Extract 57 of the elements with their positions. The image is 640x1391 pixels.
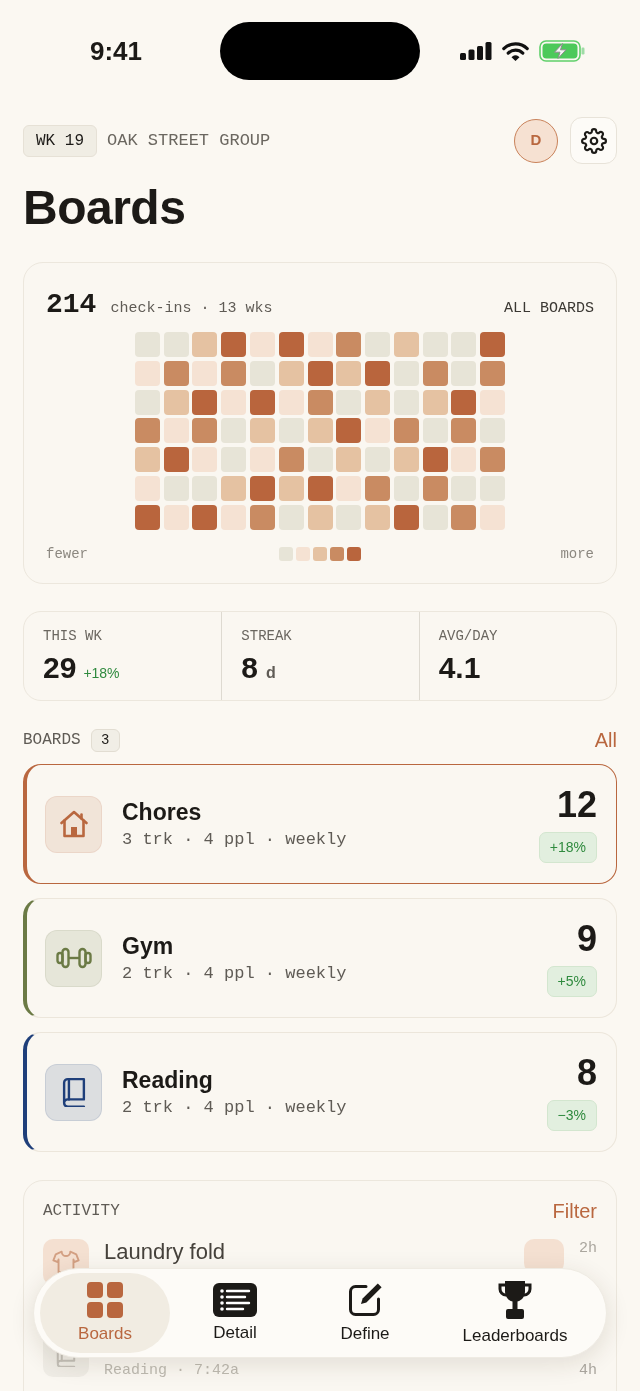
stat-unit: d [266,663,276,683]
filter-link[interactable]: Filter [552,1199,597,1223]
list-icon [213,1283,257,1317]
delta-badge: +5% [546,965,597,997]
activity-time: 2h [579,1239,597,1259]
page-title: Boards [23,184,186,232]
delta-badge: −3% [546,1099,597,1131]
wifi-icon [501,41,529,61]
board-card[interactable]: Chores 3 trk · 4 ppl · weekly 12 +18% [23,764,617,884]
board-name: Gym [122,932,174,960]
delta-badge: +18% [538,831,597,863]
trophy-icon [497,1280,533,1320]
activity-title: Laundry fold [104,1239,226,1265]
stat-label: STREAK [241,627,292,646]
edit-icon [347,1282,383,1318]
week-chip: WK 19 [23,124,97,157]
board-meta: 2 trk · 4 ppl · weekly [122,1098,347,1118]
board-name: Chores [122,798,202,826]
status-time: 9:41 [89,36,142,66]
stat-label: AVG/DAY [438,627,498,646]
stat-value: 4.1 [438,651,481,685]
board-count: 12 [556,785,597,824]
settings-icon [580,127,607,154]
board-meta: 2 trk · 4 ppl · weekly [122,964,347,984]
tab[interactable]: Leaderboards [430,1273,600,1353]
tab[interactable]: Detail [170,1273,300,1353]
book-icon [45,1063,102,1121]
section-title: ACTIVITY [43,1201,120,1221]
dumbbell-icon [45,929,102,987]
legend-low-label: fewer [46,545,88,564]
count-caption: check-ins · 13 wks [110,299,273,319]
board-count: 8 [576,1053,597,1092]
signal-icon [459,42,492,60]
section-title: BOARDS [23,730,81,750]
battery-icon [538,40,585,62]
stat-value: 8 [241,651,258,685]
board-card[interactable]: Reading 2 trk · 4 ppl · weekly 8 −3% [23,1032,617,1152]
board-name: Reading [122,1066,213,1094]
board-count: 9 [576,919,597,958]
view-all-link[interactable]: All [594,728,617,752]
scope-label: ALL BOARDS [504,299,594,319]
stat-label: THIS WK [43,627,102,646]
activity-subtitle: Reading · 7:42a [104,1361,240,1381]
board-card[interactable]: Gym 2 trk · 4 ppl · weekly 9 +5% [23,898,617,1018]
board-meta: 3 trk · 4 ppl · weekly [122,830,347,850]
stat-value: 29 [43,651,77,685]
settings-button[interactable] [570,117,617,164]
tab[interactable]: Boards [40,1273,170,1353]
tab[interactable]: Define [300,1273,430,1353]
count-badge: 3 [90,728,120,752]
group-name: OAK STREET GROUP [107,129,271,152]
stat-delta: +18% [83,664,120,682]
activity-time: 4h [579,1361,597,1381]
grid-icon [87,1282,123,1318]
legend-high-label: more [560,545,594,564]
house-icon [45,795,102,853]
total-count: 214 [46,290,97,320]
